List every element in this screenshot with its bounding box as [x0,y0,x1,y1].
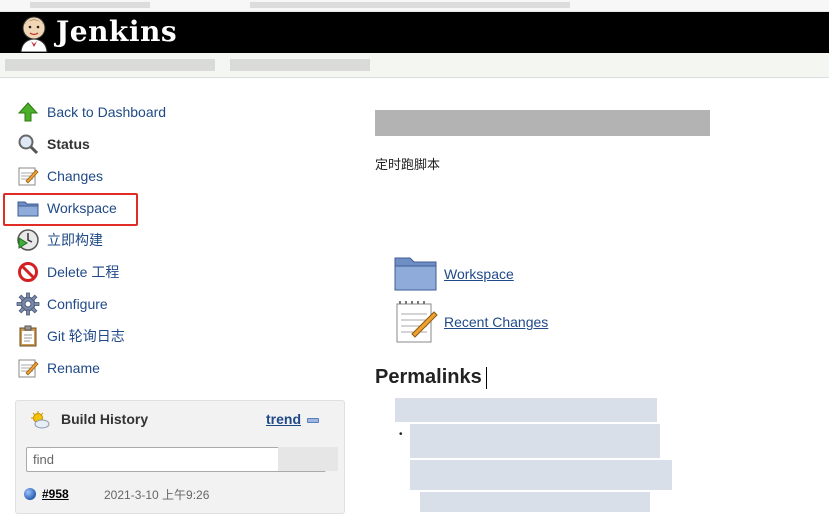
build-status-ball-icon [24,488,36,500]
task-configure[interactable]: Configure [16,288,336,320]
workspace-highlight-box [3,193,138,226]
jenkins-butler-logo-icon[interactable] [16,14,52,52]
task-delete-project[interactable]: Delete 工程 [16,256,336,288]
notepad-icon [16,164,40,188]
task-label: Changes [47,168,104,184]
trend-minus-icon[interactable] [307,418,319,423]
up-arrow-icon [16,100,40,124]
build-history-header: Build History trend [16,401,344,437]
task-rename[interactable]: Rename [16,352,336,384]
task-status[interactable]: Status [16,128,336,160]
task-label: Status [47,136,90,152]
permalink-redacted [420,492,650,512]
task-label: Configure [47,296,108,312]
weather-sun-cloud-icon [31,411,50,429]
permalink-redacted [410,424,660,458]
permalinks-heading: Permalinks [375,366,482,388]
build-time: 2021-3-10 上午9:26 [104,487,210,502]
folder-icon [394,257,437,291]
notepad-icon [16,356,40,380]
build-history-panel: Build History trend #958 2021-3-10 上午9:2… [15,400,345,514]
trend-link[interactable]: trend [266,411,301,427]
breadcrumb [0,53,829,78]
job-description: 定时跑脚本 [375,157,441,172]
workspace-link[interactable]: Workspace [444,266,514,282]
task-label: 立即构建 [47,232,103,248]
task-label: Rename [47,360,100,376]
notepad-icon [396,301,438,343]
magnifier-icon [16,132,40,156]
permalink-redacted [410,460,672,490]
browser-address-strip [0,0,829,12]
build-number-link[interactable]: #958 [42,487,104,501]
task-label: Delete 工程 [47,264,120,280]
build-history-title: Build History [61,411,149,427]
main-recent-changes-link[interactable]: Recent Changes [394,300,548,344]
task-back-to-dashboard[interactable]: Back to Dashboard [16,96,336,128]
task-changes[interactable]: Changes [16,160,336,192]
main-workspace-link[interactable]: Workspace [394,252,514,296]
task-build-now[interactable]: 立即构建 [16,224,336,256]
build-row[interactable]: #958 2021-3-10 上午9:26 [24,485,334,503]
build-clock-icon [16,228,40,252]
permalink-redacted [395,398,657,422]
no-entry-icon [16,260,40,284]
page-header: Jenkins [0,12,829,53]
jenkins-logo-text[interactable]: Jenkins [56,15,177,48]
task-label: Git 轮询日志 [47,328,125,344]
redacted-area [278,447,338,471]
text-cursor [486,367,487,389]
clipboard-icon [16,324,40,348]
recent-changes-link[interactable]: Recent Changes [444,314,548,330]
job-title-redacted [375,110,710,136]
gear-icon [16,292,40,316]
permalink-bullet: • [399,429,403,440]
task-git-polling-log[interactable]: Git 轮询日志 [16,320,336,352]
task-label: Back to Dashboard [47,104,167,120]
side-panel-tasks: Back to Dashboard Status Changes Workspa… [16,96,336,384]
